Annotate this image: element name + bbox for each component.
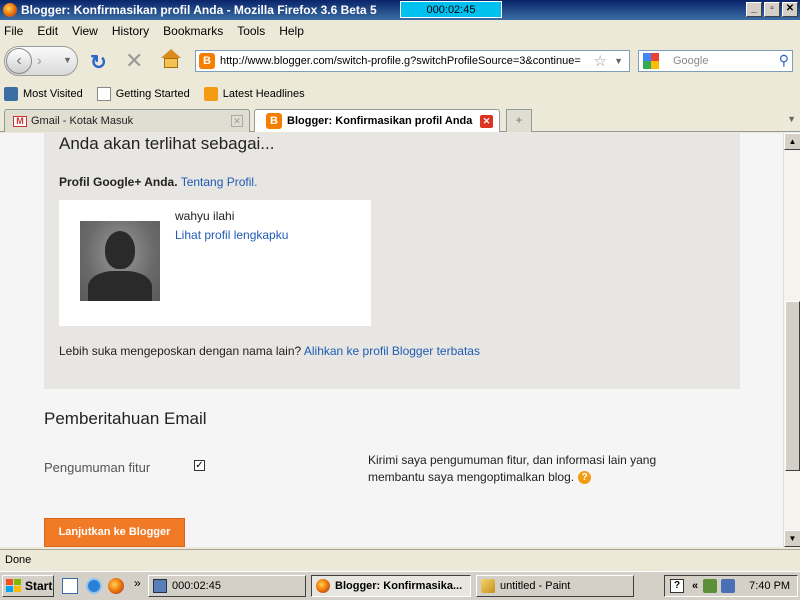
window-title-bar: Blogger: Konfirmasikan profil Anda - Moz… — [0, 0, 800, 20]
page-heading: Anda akan terlihat sebagai... — [59, 134, 275, 153]
gmail-icon: M — [13, 115, 27, 127]
close-button[interactable]: ✕ — [782, 2, 798, 17]
menu-bar: File Edit View History Bookmarks Tools H… — [0, 21, 800, 41]
network-icon[interactable] — [703, 579, 718, 593]
windows-taskbar: Start » 000:02:45 Blogger: Konfirmasika.… — [0, 571, 800, 600]
navigation-toolbar: ‹ › ▼ ↻ ✕ B http://www.blogger.com/switc… — [0, 41, 800, 81]
firefox-quicklaunch-icon[interactable] — [108, 578, 124, 594]
menu-history[interactable]: History — [112, 24, 149, 38]
page-scrollbar[interactable]: ▲ ▼ — [783, 133, 800, 547]
minimize-button[interactable]: _ — [746, 2, 762, 17]
page-icon — [96, 86, 111, 101]
timer-display: 000:02:45 — [400, 1, 502, 18]
url-bar[interactable]: B http://www.blogger.com/switch-profile.… — [195, 50, 630, 72]
prefer-text: Lebih suka mengeposkan dengan nama lain? — [59, 344, 302, 358]
feature-announcement-description: Kirimi saya pengumuman fitur, dan inform… — [368, 453, 657, 484]
blogger-favicon-icon: B — [266, 113, 282, 129]
window-title: Blogger: Konfirmasikan profil Anda - Moz… — [21, 3, 377, 17]
view-full-profile-link[interactable]: Lihat profil lengkapku — [175, 228, 288, 242]
tab-strip: M Gmail - Kotak Masuk ✕ B Blogger: Konfi… — [0, 106, 800, 132]
paint-icon — [481, 579, 495, 593]
scroll-down-icon[interactable]: ▼ — [784, 530, 800, 547]
avatar — [80, 221, 160, 301]
scroll-up-icon[interactable]: ▲ — [784, 133, 800, 150]
url-text[interactable]: http://www.blogger.com/switch-profile.g?… — [220, 55, 590, 67]
tab-close-icon[interactable]: ✕ — [480, 115, 493, 128]
internet-explorer-icon[interactable] — [86, 578, 102, 594]
bookmarks-toolbar: Most Visited Getting Started Latest Head… — [0, 83, 800, 104]
menu-help[interactable]: Help — [279, 24, 304, 38]
most-visited-icon — [4, 86, 18, 101]
bookmark-getting-started[interactable]: Getting Started — [96, 86, 190, 101]
firefox-icon — [316, 579, 330, 593]
menu-file[interactable]: File — [4, 24, 23, 38]
tab-list-dropdown-icon[interactable]: ▼ — [787, 114, 796, 124]
windows-logo-icon — [6, 579, 22, 593]
monitor-icon[interactable] — [721, 579, 736, 593]
profile-card: wahyu ilahi Lihat profil lengkapku — [59, 200, 371, 326]
bookmark-star-icon[interactable]: ☆ — [594, 52, 607, 70]
profile-name: wahyu ilahi — [175, 209, 235, 223]
history-dropdown-icon[interactable]: ▼ — [63, 55, 72, 65]
start-button[interactable]: Start — [2, 575, 54, 597]
menu-view[interactable]: View — [72, 24, 98, 38]
taskbar-item-paint[interactable]: untitled - Paint — [476, 575, 634, 597]
prefer-other-name-line: Lebih suka mengeposkan dengan nama lain?… — [59, 344, 480, 358]
scroll-thumb[interactable] — [785, 301, 800, 471]
quicklaunch-more-icon[interactable]: » — [134, 576, 141, 590]
blogger-favicon-icon: B — [199, 53, 215, 69]
stop-icon[interactable]: ✕ — [125, 48, 143, 74]
google-icon[interactable] — [643, 53, 659, 69]
search-icon[interactable]: ⚲ — [779, 52, 789, 69]
feature-announcement-checkbox[interactable]: ✓ — [194, 460, 205, 471]
search-bar[interactable]: Google ⚲ — [638, 50, 793, 72]
new-tab-button[interactable]: + — [506, 109, 532, 132]
search-input[interactable]: Google — [673, 55, 708, 67]
status-bar: Done — [0, 549, 800, 570]
page-content: Anda akan terlihat sebagai... Profil Goo… — [0, 133, 783, 547]
taskbar-item-timer[interactable]: 000:02:45 — [148, 575, 306, 597]
menu-edit[interactable]: Edit — [37, 24, 58, 38]
profile-preview-panel: Anda akan terlihat sebagai... Profil Goo… — [44, 133, 740, 389]
rss-icon — [203, 86, 218, 101]
taskbar-clock[interactable]: 7:40 PM — [749, 580, 790, 592]
url-dropdown-icon[interactable]: ▼ — [614, 56, 623, 66]
bookmark-latest-headlines[interactable]: Latest Headlines — [203, 86, 305, 101]
firefox-icon — [3, 3, 17, 17]
help-icon[interactable]: ? — [578, 471, 592, 484]
menu-bookmarks[interactable]: Bookmarks — [163, 24, 223, 38]
about-profile-link[interactable]: Tentang Profil. — [181, 175, 258, 189]
back-button[interactable]: ‹ — [6, 48, 32, 74]
maximize-button[interactable]: ▫ — [764, 2, 780, 17]
switch-profile-link[interactable]: Alihkan ke profil Blogger terbatas — [304, 344, 480, 358]
continue-to-blogger-button[interactable]: Lanjutkan ke Blogger — [44, 518, 185, 547]
tab-close-icon[interactable]: ✕ — [231, 115, 243, 127]
tray-expand-icon[interactable]: « — [692, 580, 698, 592]
feature-announcement-label: Pengumuman fitur — [44, 460, 151, 475]
tray-help-icon[interactable]: ? — [670, 579, 684, 593]
reload-icon[interactable]: ↻ — [90, 50, 107, 75]
menu-tools[interactable]: Tools — [237, 24, 265, 38]
email-section-heading: Pemberitahuan Email — [44, 409, 207, 428]
home-icon[interactable] — [160, 49, 182, 69]
tab-gmail[interactable]: M Gmail - Kotak Masuk ✕ — [4, 109, 250, 132]
timer-app-icon — [153, 579, 167, 593]
system-tray: ? « 7:40 PM — [664, 575, 798, 597]
tab-blogger[interactable]: B Blogger: Konfirmasikan profil Anda ✕ — [254, 109, 500, 132]
taskbar-item-firefox[interactable]: Blogger: Konfirmasika... — [311, 575, 471, 597]
profile-label: Profil Google+ Anda. — [59, 175, 178, 189]
profile-label-line: Profil Google+ Anda. Tentang Profil. — [59, 175, 257, 189]
back-forward-group: ‹ › ▼ — [4, 46, 78, 76]
forward-button[interactable]: › — [37, 52, 42, 68]
show-desktop-icon[interactable] — [62, 578, 78, 594]
bookmark-most-visited[interactable]: Most Visited — [4, 86, 83, 101]
